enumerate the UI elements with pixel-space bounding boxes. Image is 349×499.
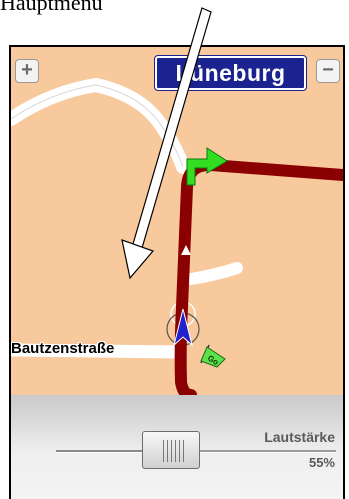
navigation-screen: Go + Lüneburg − Bautzenstraße Lautstärke… — [9, 45, 345, 499]
road-top-left — [11, 77, 190, 174]
volume-label: Lautstärke — [264, 429, 335, 445]
zoom-in-icon: + — [21, 59, 33, 81]
zoom-out-button[interactable]: − — [316, 59, 340, 83]
volume-panel: Lautstärke 55% — [11, 395, 343, 499]
road-side-east — [185, 262, 243, 285]
go-flag-icon: Go — [200, 344, 226, 368]
city-name-badge: Lüneburg — [154, 55, 307, 91]
map-view[interactable]: Go + Lüneburg − Bautzenstraße — [11, 47, 343, 395]
volume-slider-fill — [56, 450, 151, 452]
grip-icon — [163, 440, 185, 462]
zoom-in-button[interactable]: + — [15, 59, 39, 83]
volume-value: 55% — [308, 455, 335, 470]
volume-slider-thumb[interactable] — [142, 431, 200, 469]
street-name-label: Bautzenstraße — [11, 340, 115, 357]
zoom-out-icon: − — [322, 59, 334, 81]
annotation-label: Hauptmenu — [0, 0, 103, 15]
